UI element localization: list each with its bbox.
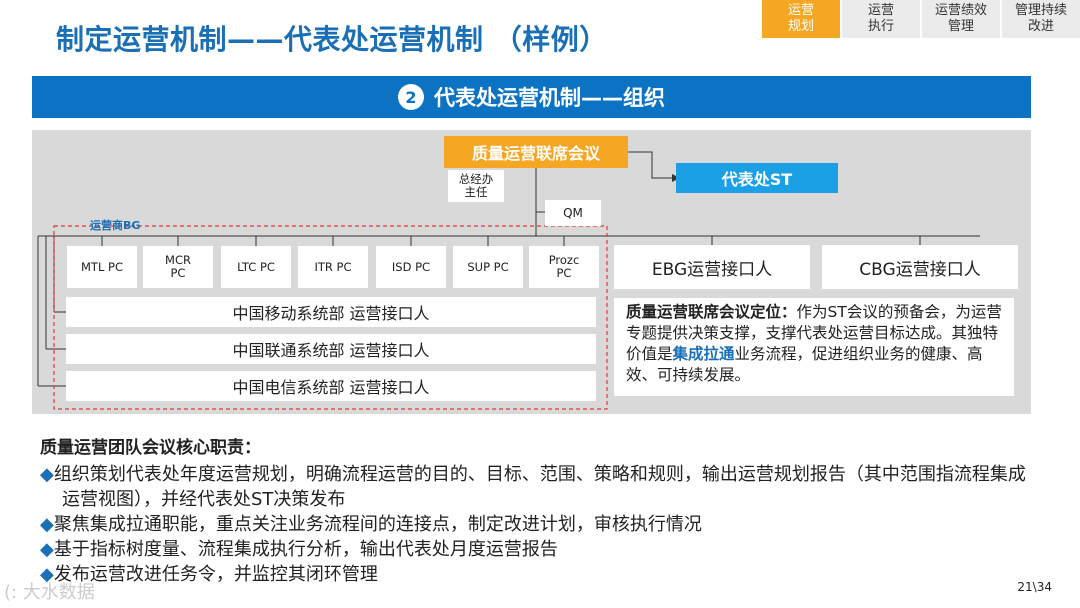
mobile-dept-row: 中国移动系统部 运营接口人	[66, 297, 596, 327]
operator-bg-label: 运营商BG	[90, 219, 141, 232]
telecom-dept-row: 中国电信系统部 运营接口人	[66, 371, 596, 401]
list-item: ◆发布运营改进任务令，并监控其闭环管理	[40, 564, 378, 585]
unicom-dept-row: 中国联通系统部 运营接口人	[66, 334, 596, 364]
duties-list: ◆组织策划代表处年度运营规划，明确流程运营的目的、目标、范围、策略和规则，输出运…	[40, 462, 1040, 587]
quality-meeting-box: 质量运营联席会议	[444, 136, 628, 168]
list-item: ◆聚焦集成拉通职能，重点关注业务流程间的连接点，制定改进计划，审核执行情况	[40, 514, 702, 535]
pc-box-isd: ISD PC	[376, 246, 446, 288]
pc-box-mtl: MTL PC	[67, 246, 137, 288]
meeting-positioning-text: 质量运营联席会议定位：作为ST会议的预备会，为运营专题提供决策支撑，支撑代表处运…	[614, 298, 1014, 396]
positioning-label: 质量运营联席会议定位：	[626, 303, 797, 321]
meeting-to-st-line	[628, 151, 672, 179]
watermark: (: 大水数据	[4, 582, 95, 603]
qm-box: QM	[545, 200, 601, 226]
pc-box-prozc: Prozc PC	[529, 246, 599, 288]
page-number: 21\34	[1017, 580, 1052, 594]
diamond-bullet-icon: ◆	[40, 464, 54, 485]
ebg-interface-box: EBG运营接口人	[614, 245, 810, 289]
rep-office-st-box: 代表处ST	[676, 163, 838, 193]
positioning-highlight: 集成拉通	[672, 345, 735, 363]
pc-box-sup: SUP PC	[453, 246, 523, 288]
pc-box-itr: ITR PC	[298, 246, 368, 288]
list-item: ◆组织策划代表处年度运营规划，明确流程运营的目的、目标、范围、策略和规则，输出运…	[40, 464, 1026, 510]
director-box: 总经办 主任	[448, 170, 504, 202]
list-item: ◆基于指标树度量、流程集成执行分析，输出代表处月度运营报告	[40, 539, 558, 560]
pc-box-ltc: LTC PC	[221, 246, 291, 288]
cbg-interface-box: CBG运营接口人	[822, 245, 1018, 289]
diamond-bullet-icon: ◆	[40, 539, 54, 560]
diamond-bullet-icon: ◆	[40, 514, 54, 535]
pc-box-mcr: MCR PC	[143, 246, 213, 288]
duties-title: 质量运营团队会议核心职责：	[40, 438, 261, 458]
